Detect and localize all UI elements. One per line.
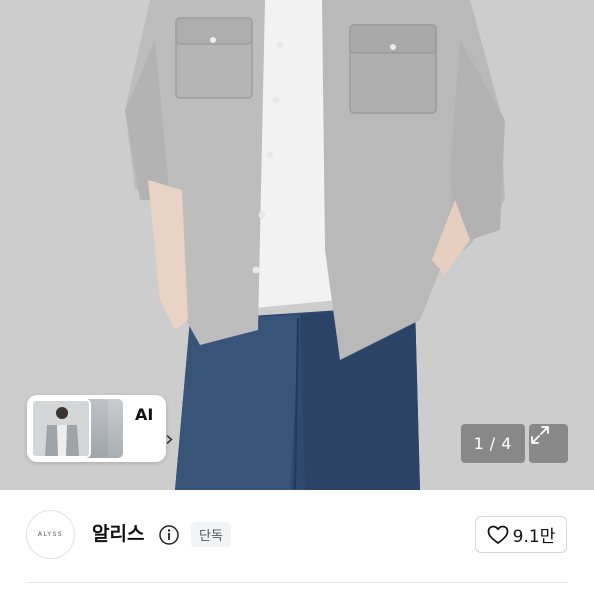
expand-button[interactable] <box>529 424 568 463</box>
info-icon[interactable] <box>158 524 180 546</box>
product-image-carousel[interactable]: AI 1 / 4 <box>0 0 594 490</box>
exclusive-badge-label: 단독 <box>199 529 223 544</box>
exclusive-badge: 단독 <box>191 522 231 547</box>
store-logo-text: ALYSS <box>37 531 64 538</box>
like-button[interactable]: 9.1만 <box>475 516 567 553</box>
pager-separator: / <box>489 434 497 453</box>
ai-look-thumbnail-1 <box>31 399 91 458</box>
heart-icon <box>487 525 509 544</box>
section-divider <box>26 582 568 583</box>
product-page: AI 1 / 4 ALYSS 알리스 단독 9.1만 <box>0 0 594 594</box>
store-name[interactable]: 알리스 <box>92 519 144 546</box>
ai-label: AI <box>135 405 154 424</box>
pager-total: 4 <box>501 434 513 453</box>
store-row: ALYSS 알리스 단독 9.1만 <box>0 490 594 585</box>
expand-icon <box>531 426 549 444</box>
pager-current: 1 <box>473 434 485 453</box>
store-logo[interactable]: ALYSS <box>26 510 75 559</box>
chevron-right-icon <box>166 435 173 444</box>
image-pager: 1 / 4 <box>461 424 525 463</box>
ai-look-card[interactable]: AI <box>27 395 173 462</box>
like-count: 9.1만 <box>512 527 556 547</box>
